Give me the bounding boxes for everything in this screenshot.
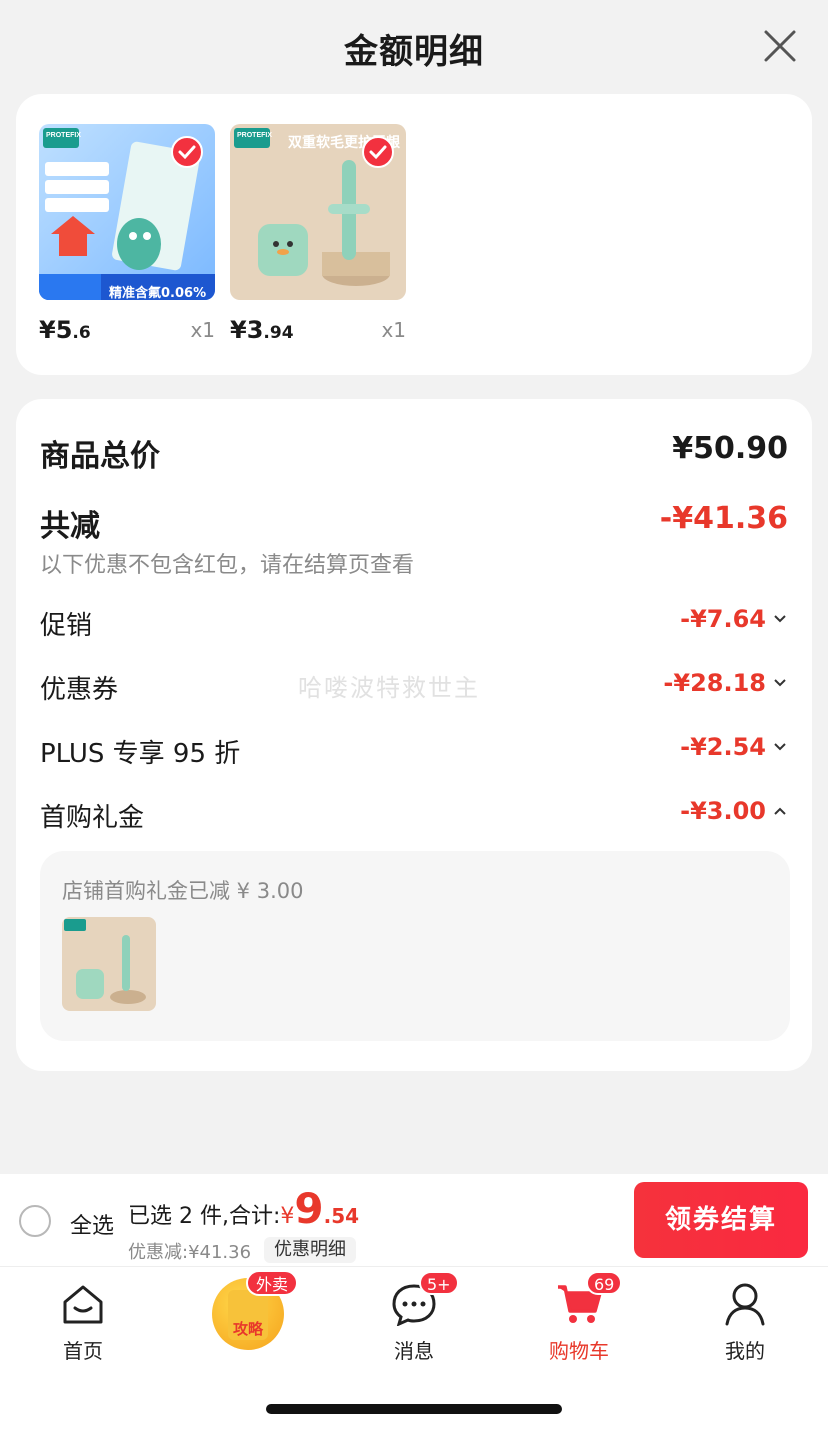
total-currency: ¥ [280,1204,295,1229]
discount-detail-button[interactable]: 优惠明细 [264,1237,356,1263]
total-amount-int: 9 [294,1184,324,1233]
product-image[interactable]: PROTEFIX 精准含氟0.06% [39,124,215,300]
selected-check-icon[interactable] [362,136,394,168]
discount-value[interactable]: -¥3.00 [680,797,788,825]
discount-summary: 优惠减:¥41.36 [128,1242,252,1263]
selected-count-text: 已选 2 件,合计: [128,1204,281,1229]
total-reduction-row: 共减 -¥41.36 [40,501,788,544]
product-quantity: x1 [381,318,406,342]
product-price: ¥5.6 [39,316,91,344]
first-purchase-note: 店铺首购礼金已减 ¥ 3.00 [62,879,304,903]
discount-label: PLUS 专享 95 折 [40,739,241,769]
discount-label: 促销 [40,611,93,641]
checkout-bar: 全选 已选 2 件,合计:¥9.54 优惠减:¥41.36 优惠明细 领券结算 [0,1174,828,1266]
product-price: ¥3.94 [230,316,294,344]
messages-badge: 5+ [419,1271,459,1295]
chevron-down-icon [774,679,786,687]
svg-text:PROTEFIX: PROTEFIX [237,132,272,139]
select-all-label[interactable]: 全选 [70,1208,114,1240]
selected-check-icon[interactable] [171,136,203,168]
reduction-note-row: 以下优惠不包含红包，请在结算页查看 [40,547,788,578]
total-reduction-label: 共减 [40,509,100,544]
home-indicator [266,1404,562,1414]
discount-label: 首购礼金 [40,803,145,833]
selected-summary: 已选 2 件,合计:¥9.54 [128,1184,359,1233]
close-icon[interactable] [762,28,798,64]
discount-row-coupon[interactable]: 优惠券 -¥28.18 [40,669,788,705]
product-image[interactable]: PROTEFIX 双重软毛更护牙龈 [230,124,406,300]
user-icon [725,1283,765,1326]
tab-messages[interactable]: 5+ 消息 [359,1271,469,1364]
tab-messages-label: 消息 [394,1339,434,1363]
discount-row-promotion[interactable]: 促销 -¥7.64 [40,605,788,641]
promo-badge: 外卖 [246,1270,299,1296]
page-title: 金额明细 [344,32,484,72]
product-quantity: x1 [190,318,215,342]
first-purchase-detail: 店铺首购礼金已减 ¥ 3.00 [40,851,790,1041]
tab-cart-label: 购物车 [549,1339,609,1363]
product-item[interactable]: PROTEFIX 双重软毛更护牙龈 ¥3.94 x1 [230,124,406,352]
promo-label: 攻略 [232,1320,263,1338]
product-image-caption: 精准含氟0.06% [109,286,207,300]
tab-cart[interactable]: 69 购物车 [524,1271,634,1364]
total-price-label: 商品总价 [40,439,160,474]
products-card: PROTEFIX 精准含氟0.06% ¥5.6 x1 PROTEFIX 双重软毛… [16,94,812,375]
tab-mine-label: 我的 [725,1339,765,1363]
svg-text:PROTEFIX: PROTEFIX [46,132,81,139]
gift-product-image [62,917,156,1011]
tab-mine[interactable]: 我的 [690,1279,800,1364]
total-reduction-value: -¥41.36 [659,501,788,536]
home-icon [63,1285,103,1324]
total-price-value: ¥50.90 [672,431,788,466]
tab-home-label: 首页 [63,1339,103,1363]
total-amount-dec: .54 [323,1204,360,1228]
discount-row-first-purchase[interactable]: 首购礼金 -¥3.00 [40,797,788,833]
chevron-down-icon [774,743,786,751]
product-item[interactable]: PROTEFIX 精准含氟0.06% ¥5.6 x1 [39,124,215,352]
total-price-row: 商品总价 ¥50.90 [40,431,788,474]
chevron-down-icon [774,615,786,623]
price-details-card: 商品总价 ¥50.90 共减 -¥41.36 以下优惠不包含红包，请在结算页查看… [16,399,812,1071]
tab-home[interactable]: 首页 [28,1279,138,1364]
discount-value[interactable]: -¥2.54 [680,733,788,761]
discount-value[interactable]: -¥28.18 [663,669,788,697]
checkout-button[interactable]: 领券结算 [634,1182,808,1258]
cart-badge: 69 [586,1271,623,1295]
header: 金额明细 [0,0,828,92]
reduction-note: 以下优惠不包含红包，请在结算页查看 [40,553,415,578]
discount-value[interactable]: -¥7.64 [680,605,788,633]
discount-label: 优惠券 [40,675,119,705]
discount-row-plus[interactable]: PLUS 专享 95 折 -¥2.54 [40,733,788,769]
chevron-up-icon [774,807,786,815]
select-all-radio[interactable] [19,1205,51,1237]
